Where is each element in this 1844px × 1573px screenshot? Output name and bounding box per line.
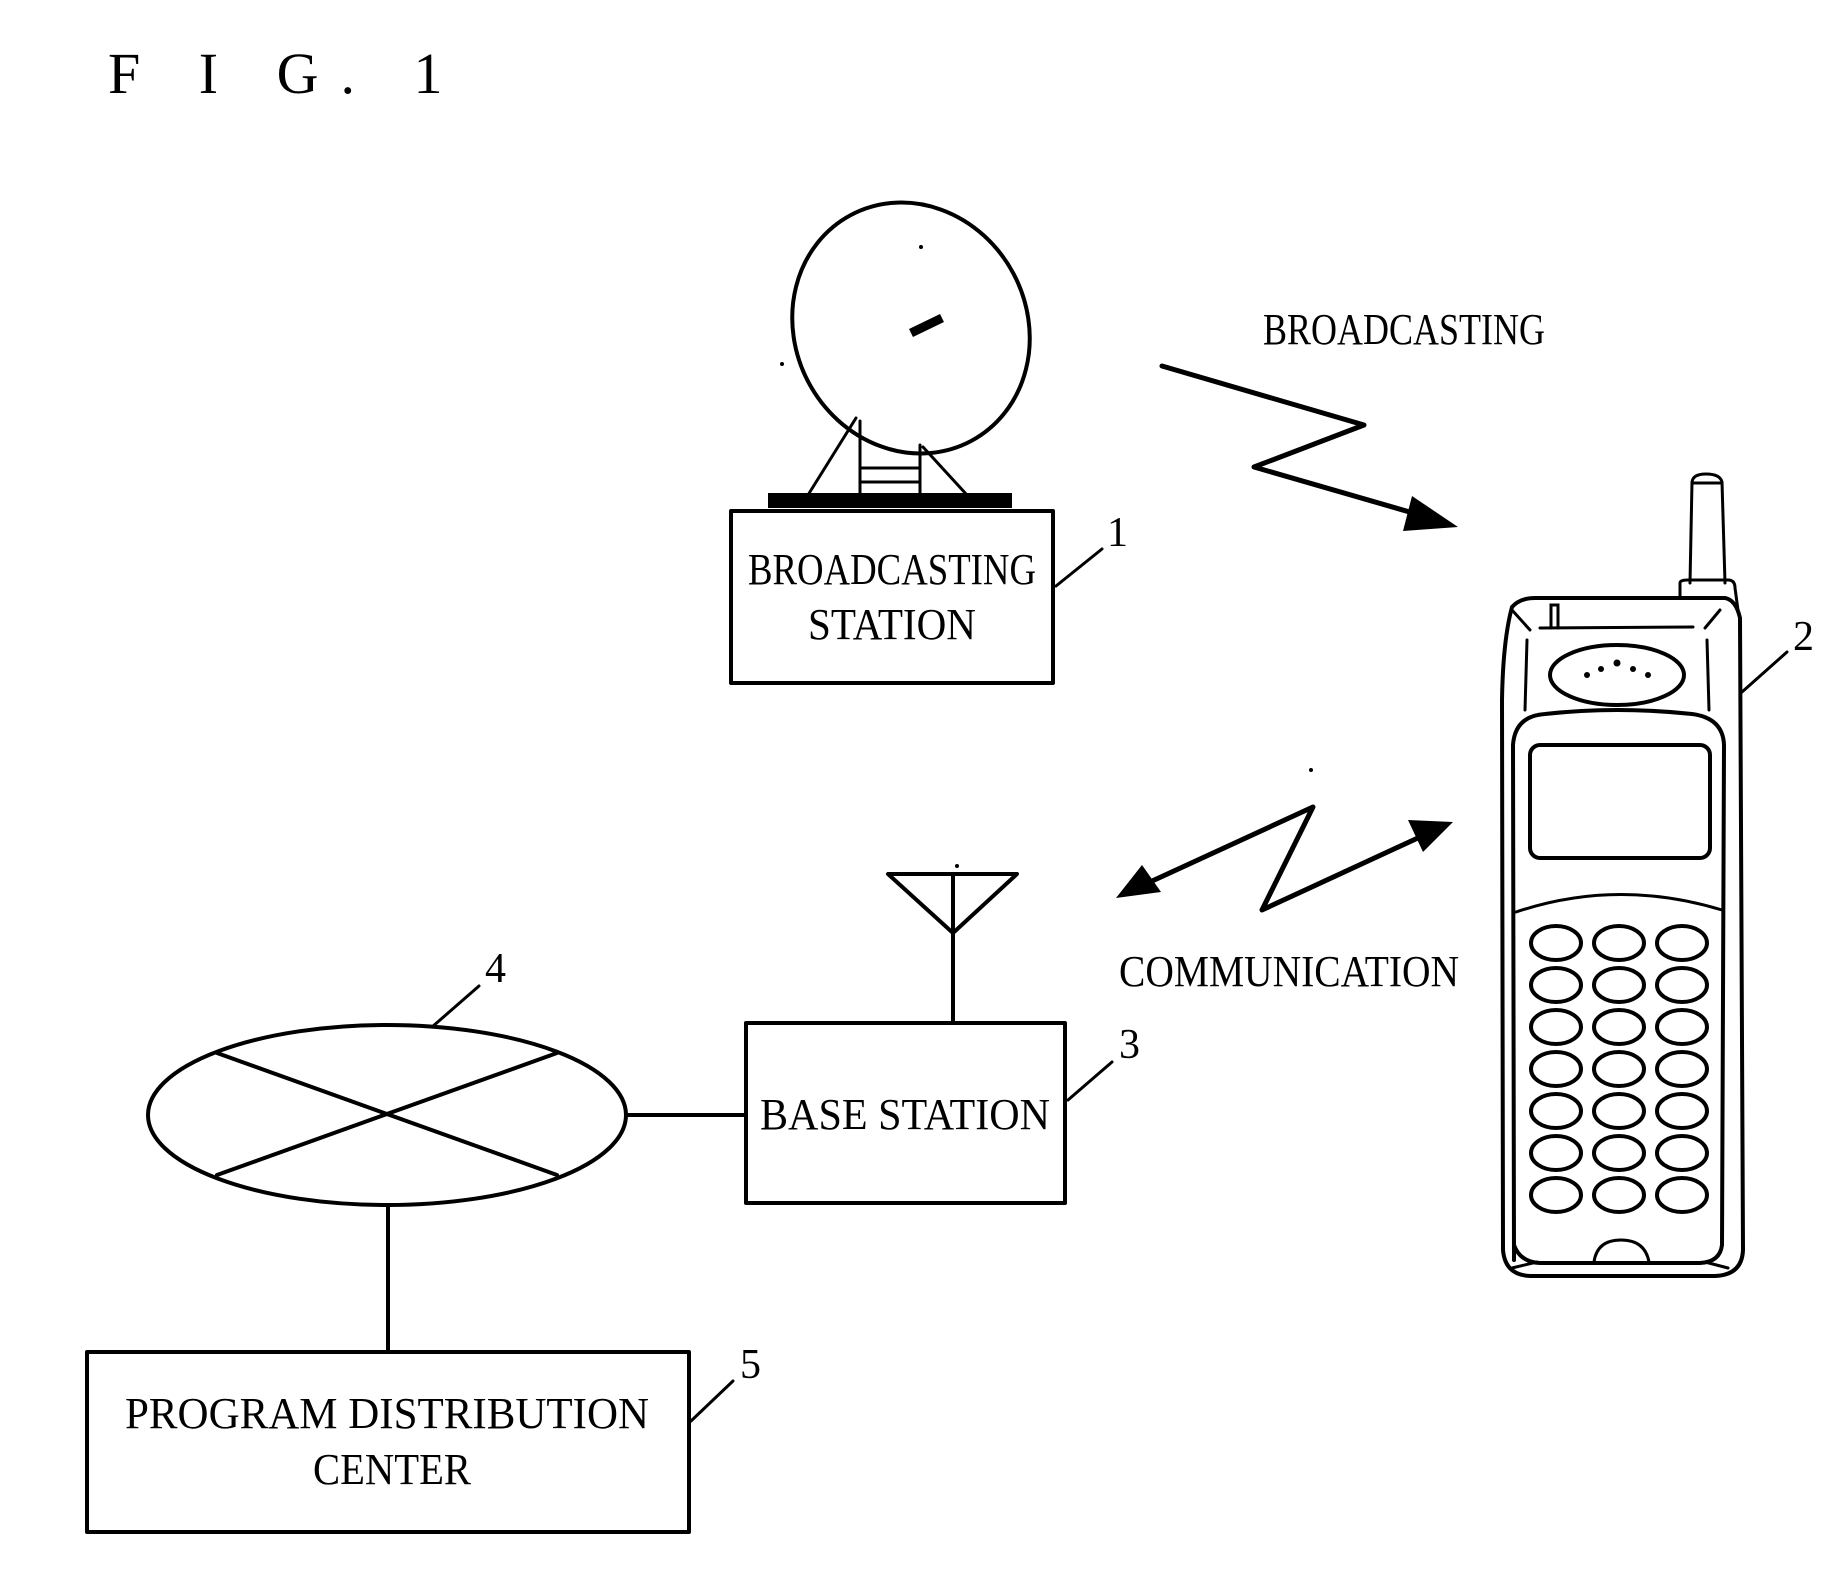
ref-number-3: 3 bbox=[1119, 1022, 1140, 1068]
phone-key[interactable] bbox=[1529, 924, 1583, 962]
program-distribution-center-box[interactable]: PROGRAM DISTRIBUTION CENTER bbox=[85, 1350, 691, 1534]
phone-key[interactable] bbox=[1592, 1050, 1646, 1088]
ref-number-5: 5 bbox=[740, 1342, 761, 1388]
figure-title: F I G. 1 bbox=[108, 41, 464, 106]
phone-key[interactable] bbox=[1655, 1092, 1709, 1130]
phone-keypad bbox=[1529, 924, 1709, 1214]
communication-link: COMMUNICATION bbox=[1116, 768, 1459, 996]
ref-label-5: 5 bbox=[689, 1342, 761, 1423]
program-distribution-center-label-line2: CENTER bbox=[313, 1445, 472, 1494]
phone-key[interactable] bbox=[1655, 924, 1709, 962]
phone-key[interactable] bbox=[1655, 1176, 1709, 1214]
phone-key[interactable] bbox=[1592, 1008, 1646, 1046]
ref-number-4: 4 bbox=[485, 946, 506, 992]
phone-key[interactable] bbox=[1655, 966, 1709, 1004]
phone-key[interactable] bbox=[1529, 1134, 1583, 1172]
broadcasting-link-label: BROADCASTING bbox=[1263, 305, 1545, 354]
phone-key[interactable] bbox=[1655, 1050, 1709, 1088]
phone-key[interactable] bbox=[1592, 966, 1646, 1004]
satellite-dish-icon bbox=[768, 200, 1032, 508]
mobile-phone-icon[interactable] bbox=[1500, 472, 1745, 1278]
broadcasting-station-box[interactable]: BROADCASTING STATION bbox=[729, 509, 1055, 685]
phone-key[interactable] bbox=[1592, 1134, 1646, 1172]
communication-link-label: COMMUNICATION bbox=[1119, 947, 1459, 996]
phone-key[interactable] bbox=[1655, 1008, 1709, 1046]
phone-key[interactable] bbox=[1529, 1008, 1583, 1046]
network-icon[interactable] bbox=[146, 1023, 628, 1207]
phone-key[interactable] bbox=[1592, 924, 1646, 962]
phone-key[interactable] bbox=[1529, 1176, 1583, 1214]
figure-canvas: F I G. 1 BROADCASTING STATION 1 BROADCAS… bbox=[85, 41, 1814, 1534]
ref-label-3: 3 bbox=[1066, 1022, 1140, 1102]
base-station-box[interactable]: BASE STATION bbox=[744, 1021, 1067, 1205]
broadcasting-station-label-line1: BROADCASTING bbox=[748, 545, 1036, 594]
phone-key[interactable] bbox=[1529, 1092, 1583, 1130]
program-distribution-center-label-line1: PROGRAM DISTRIBUTION bbox=[125, 1389, 649, 1438]
broadcasting-link: BROADCASTING bbox=[1159, 305, 1545, 531]
ref-number-2: 2 bbox=[1793, 614, 1814, 660]
arrowhead-icon bbox=[1403, 496, 1458, 531]
ref-label-4: 4 bbox=[430, 946, 506, 1029]
phone-key[interactable] bbox=[1592, 1092, 1646, 1130]
phone-key[interactable] bbox=[1529, 1050, 1583, 1088]
broadcasting-station-label-line2: STATION bbox=[808, 600, 976, 649]
ref-number-1: 1 bbox=[1107, 510, 1128, 556]
arrowhead-right-icon bbox=[1408, 820, 1453, 852]
phone-key[interactable] bbox=[1655, 1134, 1709, 1172]
base-station-antenna-icon bbox=[886, 864, 1019, 1025]
ref-label-2: 2 bbox=[1740, 614, 1814, 694]
base-station-label: BASE STATION bbox=[760, 1090, 1050, 1139]
phone-key[interactable] bbox=[1592, 1176, 1646, 1214]
phone-key[interactable] bbox=[1529, 966, 1583, 1004]
ref-label-1: 1 bbox=[1054, 510, 1128, 588]
